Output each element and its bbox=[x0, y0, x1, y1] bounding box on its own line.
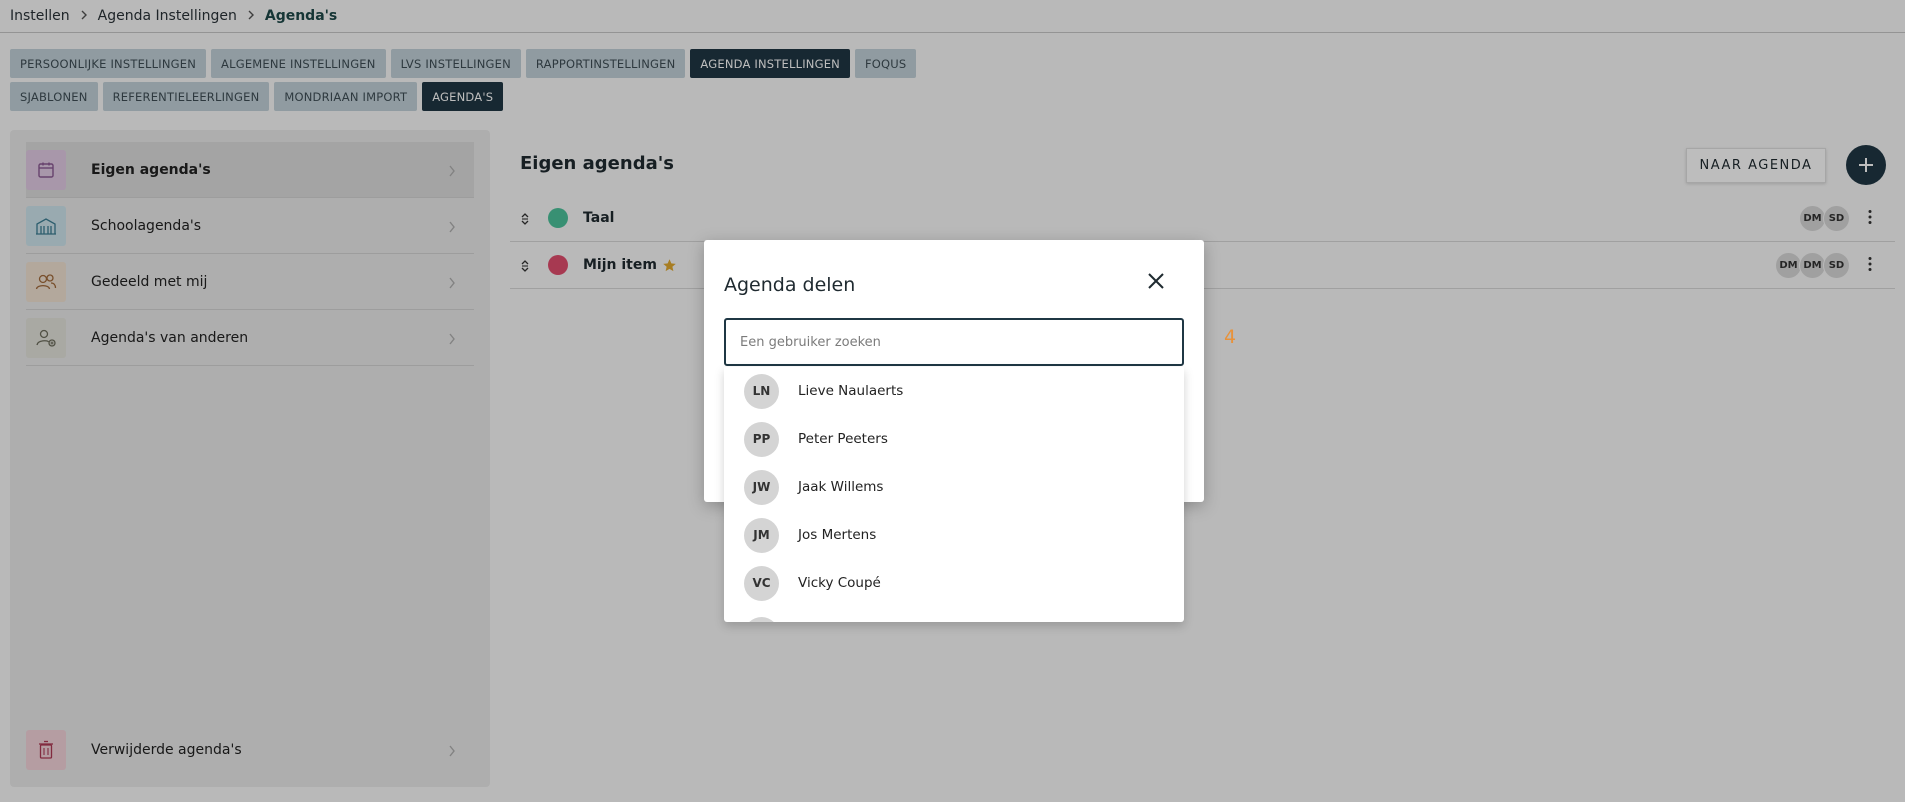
avatar: JM bbox=[744, 517, 779, 553]
user-search-input[interactable] bbox=[724, 318, 1184, 366]
avatar bbox=[744, 617, 779, 622]
step-counter: 4 bbox=[1224, 326, 1237, 348]
avatar: JW bbox=[744, 469, 779, 505]
user-name: Jos Mertens bbox=[798, 527, 877, 543]
user-name: Peter Peeters bbox=[798, 431, 888, 447]
list-item[interactable]: JW Jaak Willems bbox=[724, 463, 1184, 511]
user-name: Jaak Willems bbox=[798, 479, 884, 495]
user-name: Vicky Coupé bbox=[798, 575, 881, 591]
avatar: VC bbox=[744, 565, 779, 601]
avatar: LN bbox=[744, 373, 779, 409]
list-item[interactable]: VC Vicky Coupé bbox=[724, 559, 1184, 607]
list-item[interactable]: PP Peter Peeters bbox=[724, 415, 1184, 463]
page: Instellen Agenda Instellingen Agenda's P… bbox=[0, 0, 1905, 802]
dialog-title: Agenda delen bbox=[724, 274, 856, 296]
user-suggestions-dropdown[interactable]: LN Lieve Naulaerts PP Peter Peeters JW J… bbox=[724, 367, 1184, 622]
close-icon[interactable] bbox=[1147, 272, 1165, 294]
user-name: Lieve Naulaerts bbox=[798, 383, 904, 399]
list-item[interactable]: LN Lieve Naulaerts bbox=[724, 367, 1184, 415]
list-item[interactable]: JM Jos Mertens bbox=[724, 511, 1184, 559]
avatar: PP bbox=[744, 421, 779, 457]
